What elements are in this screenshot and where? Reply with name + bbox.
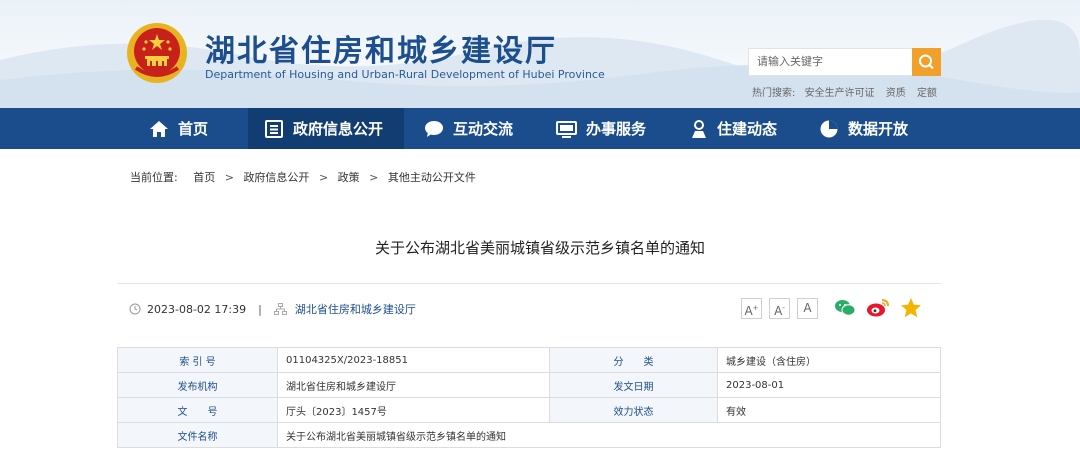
breadcrumb-link[interactable]: 政策 <box>338 171 360 184</box>
nav-item-interaction[interactable]: 互动交流 <box>424 108 513 149</box>
article-meta: 2023-08-02 17:39 | 湖北省住房和城乡建设厅 <box>129 301 416 317</box>
table-row: 索 引 号 01104325X/2023-18851 分 类 城乡建设（含住房） <box>117 347 941 373</box>
info-value: 湖北省住房和城乡建设厅 <box>277 372 550 398</box>
wechat-share-icon[interactable] <box>834 298 856 318</box>
info-key: 文 号 <box>117 397 278 423</box>
search-input[interactable]: 请输入关键字 <box>748 48 912 76</box>
info-value: 关于公布湖北省美丽城镇省级示范乡镇名单的通知 <box>277 422 941 448</box>
font-size-reset-button[interactable]: A <box>797 298 818 319</box>
info-value: 厅头〔2023〕1457号 <box>277 397 550 423</box>
info-key: 文件名称 <box>117 422 278 448</box>
breadcrumb-separator: > <box>224 171 234 184</box>
chat-bubble-icon <box>425 120 443 137</box>
info-value: 01104325X/2023-18851 <box>277 347 550 373</box>
breadcrumb-label: 当前位置: <box>130 171 178 184</box>
national-emblem <box>127 23 187 83</box>
breadcrumb-link[interactable]: 首页 <box>193 171 215 184</box>
breadcrumb: 当前位置: 首页 > 政府信息公开 > 政策 > 其他主动公开文件 <box>130 169 476 185</box>
info-key: 分 类 <box>549 347 718 373</box>
document-list-icon <box>265 119 283 138</box>
home-icon <box>150 120 168 137</box>
search-icon <box>919 54 934 70</box>
table-row: 发布机构 湖北省住房和城乡建设厅 发文日期 2023-08-01 <box>117 372 941 398</box>
breadcrumb-link[interactable]: 其他主动公开文件 <box>388 171 476 184</box>
font-size-increase-button[interactable]: A+ <box>741 298 762 319</box>
breadcrumb-link[interactable]: 政府信息公开 <box>243 171 309 184</box>
nav-item-open-data[interactable]: 数据开放 <box>819 108 908 149</box>
main-nav: 首页 政府信息公开 互动交流 办事服务 住建动态 数据开放 <box>0 108 1080 149</box>
monitor-icon <box>556 120 577 138</box>
nav-item-label: 住建动态 <box>717 120 778 138</box>
article-title: 关于公布湖北省美丽城镇省级示范乡镇名单的通知 <box>374 239 705 257</box>
info-key: 索 引 号 <box>117 347 278 373</box>
hot-search-link[interactable]: 安全生产许可证 <box>805 88 875 99</box>
org-icon <box>273 303 287 315</box>
nav-item-home[interactable]: 首页 <box>149 108 208 149</box>
hot-search-link[interactable]: 资质 <box>886 88 906 99</box>
meta-divider: | <box>258 302 262 316</box>
breadcrumb-separator: > <box>369 171 379 184</box>
article-source: 湖北省住房和城乡建设厅 <box>294 303 416 316</box>
table-row: 文件名称 关于公布湖北省美丽城镇省级示范乡镇名单的通知 <box>117 422 941 448</box>
site-subtitle: Department of Housing and Urban-Rural De… <box>205 68 605 81</box>
nav-item-label: 首页 <box>178 120 209 138</box>
person-badge-icon <box>692 119 706 138</box>
nav-item-label: 政府信息公开 <box>293 120 384 138</box>
font-size-decrease-button[interactable]: A- <box>769 298 790 319</box>
clock-icon <box>129 303 141 315</box>
info-value: 有效 <box>717 397 941 423</box>
info-key: 发文日期 <box>549 372 718 398</box>
nav-item-label: 互动交流 <box>453 120 514 138</box>
table-row: 文 号 厅头〔2023〕1457号 效力状态 有效 <box>117 397 941 423</box>
info-key: 发布机构 <box>117 372 278 398</box>
nav-item-label: 办事服务 <box>586 120 647 138</box>
document-info-table: 索 引 号 01104325X/2023-18851 分 类 城乡建设（含住房）… <box>117 347 941 448</box>
hot-search-link[interactable]: 定额 <box>917 88 937 99</box>
nav-item-label: 数据开放 <box>848 120 909 138</box>
info-value: 2023-08-01 <box>717 372 941 398</box>
nav-item-services[interactable]: 办事服务 <box>556 108 646 149</box>
pie-chart-icon <box>820 120 838 137</box>
site-header: 湖北省住房和城乡建设厅 Department of Housing and Ur… <box>0 0 1080 108</box>
search-button[interactable] <box>912 48 941 76</box>
info-value: 城乡建设（含住房） <box>717 347 941 373</box>
info-key: 效力状态 <box>549 397 718 423</box>
nav-item-gov-info[interactable]: 政府信息公开 <box>248 108 404 149</box>
hot-search: 热门搜索: 安全生产许可证 资质 定额 <box>752 84 945 99</box>
site-title: 湖北省住房和城乡建设厅 <box>205 34 557 69</box>
nav-item-news[interactable]: 住建动态 <box>690 108 777 149</box>
hot-search-label: 热门搜索: <box>752 88 796 99</box>
weibo-share-icon[interactable] <box>866 298 890 318</box>
publish-datetime: 2023-08-02 17:39 <box>147 302 247 316</box>
article-meta-bar: 2023-08-02 17:39 | 湖北省住房和城乡建设厅 A+ A- A <box>117 283 941 333</box>
breadcrumb-separator: > <box>318 171 329 184</box>
star-favorite-icon[interactable] <box>900 297 922 319</box>
